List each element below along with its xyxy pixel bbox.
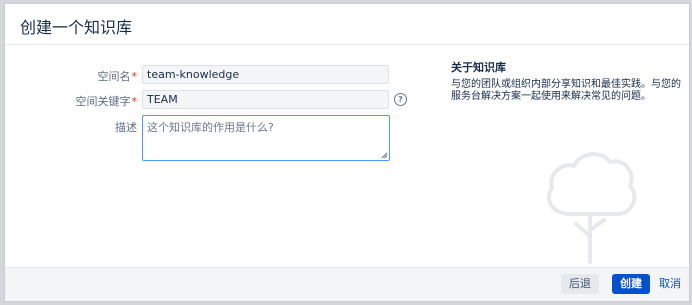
space-name-label-text: 空间名 <box>97 70 131 83</box>
required-mark: * <box>131 95 138 108</box>
dialog-title: 创建一个知识库 <box>20 18 133 37</box>
resize-handle-icon[interactable] <box>381 152 388 159</box>
question-circle-icon[interactable]: ? <box>394 93 407 106</box>
info-title: 关于知识库 <box>451 61 506 74</box>
space-key-label-text: 空间关键字 <box>75 95 131 108</box>
tree-icon <box>546 152 637 264</box>
dialog-footer: 后退 创建 取消 <box>5 267 689 301</box>
required-mark: * <box>131 70 138 83</box>
space-name-label: 空间名* <box>17 68 138 84</box>
dialog-header: 创建一个知识库 <box>5 4 689 45</box>
description-label-text: 描述 <box>115 121 137 134</box>
space-key-input[interactable] <box>142 90 389 109</box>
back-button[interactable]: 后退 <box>561 274 599 294</box>
description-label: 描述 <box>17 119 137 135</box>
create-button[interactable]: 创建 <box>612 274 650 294</box>
info-text: 与您的团队或组织内部分享知识和最佳实践。与您的服务台解决方案一起使用来解决常见的… <box>451 79 681 102</box>
space-key-label: 空间关键字* <box>17 93 138 109</box>
description-textarea[interactable] <box>142 115 390 161</box>
space-name-input[interactable] <box>142 65 389 84</box>
create-knowledge-base-dialog: 创建一个知识库 空间名* 空间关键字* ? 描述 关于知识库 与您的团队或组织内… <box>4 3 690 302</box>
cancel-button[interactable]: 取消 <box>655 274 685 294</box>
